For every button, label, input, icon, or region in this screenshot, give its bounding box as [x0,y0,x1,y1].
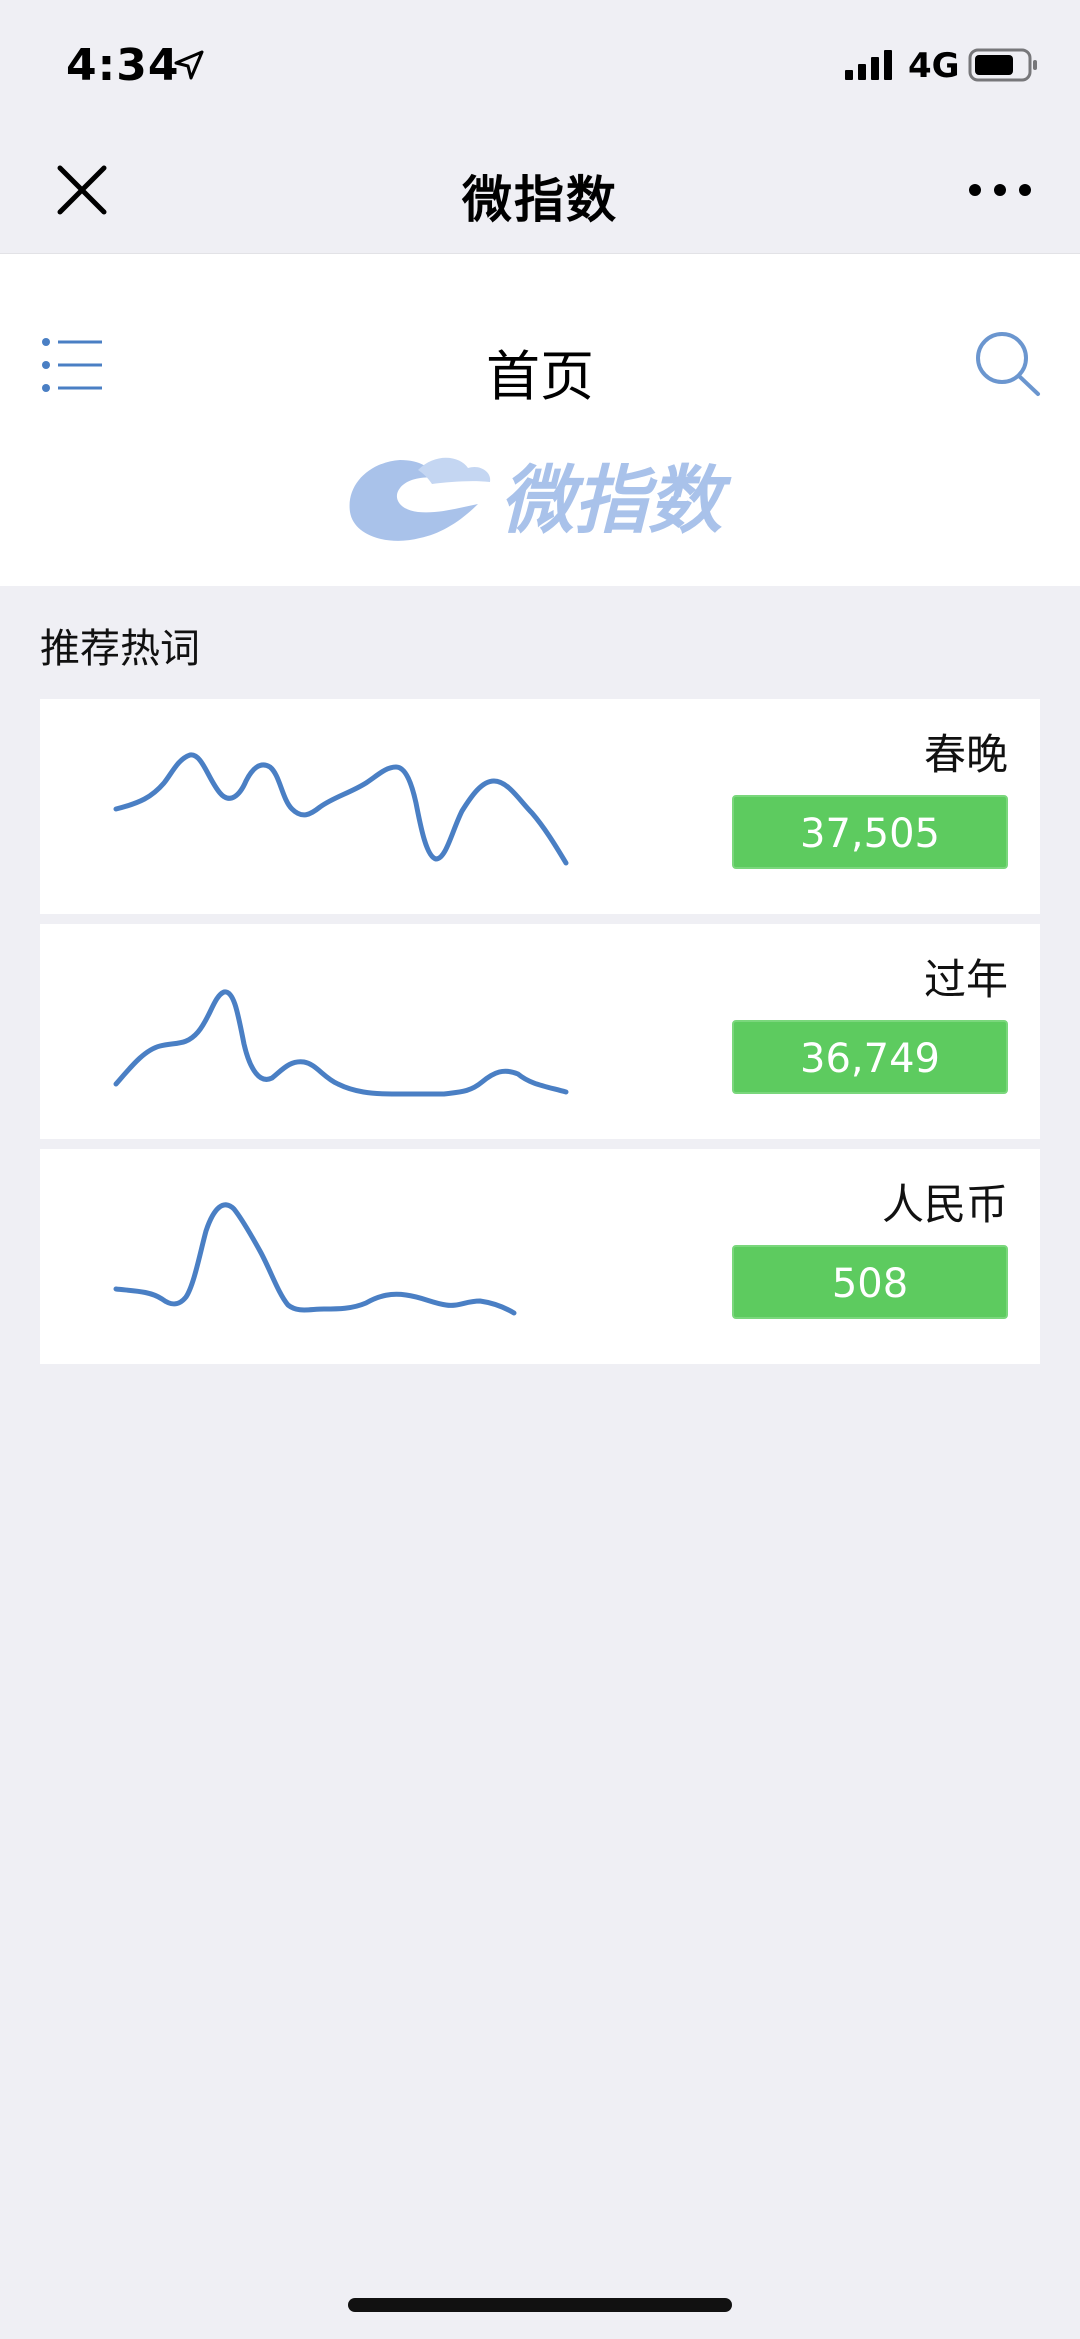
hot-word-label: 人民币 [881,1180,1008,1229]
brand-logo: 微指数 [349,457,732,544]
signal-icon [845,50,892,80]
trend-sparkline [113,1202,517,1316]
hot-word-label: 过年 [923,955,1008,1004]
location-arrow-icon [174,50,204,80]
logo-text: 微指数 [500,458,732,544]
network-type: 4G [908,46,960,86]
section-label: 推荐热词 [40,626,200,672]
more-options-icon[interactable] [965,170,1035,210]
battery-icon [968,48,1037,82]
hot-word-label: 春晚 [923,730,1008,779]
page-header: 首页 微指数 [0,254,1080,586]
status-bar: 4:34 4G [0,0,1080,130]
page-title: 首页 [486,345,594,408]
miniprogram-nav-bar: 微指数 [0,130,1080,254]
hot-word-card[interactable]: 人民币 508 [40,1149,1040,1364]
hot-word-card[interactable]: 春晚 37,505 [40,699,1040,914]
miniprogram-title: 微指数 [462,171,618,229]
hot-word-count: 508 [732,1245,1008,1319]
hot-word-count: 37,505 [732,795,1008,869]
trend-sparkline [113,752,569,866]
home-indicator[interactable] [348,2298,732,2312]
trend-sparkline [113,989,569,1097]
hot-word-count: 36,749 [732,1020,1008,1094]
status-time: 4:34 [66,40,180,91]
search-icon[interactable] [972,328,1044,400]
hot-word-card[interactable]: 过年 36,749 [40,924,1040,1139]
